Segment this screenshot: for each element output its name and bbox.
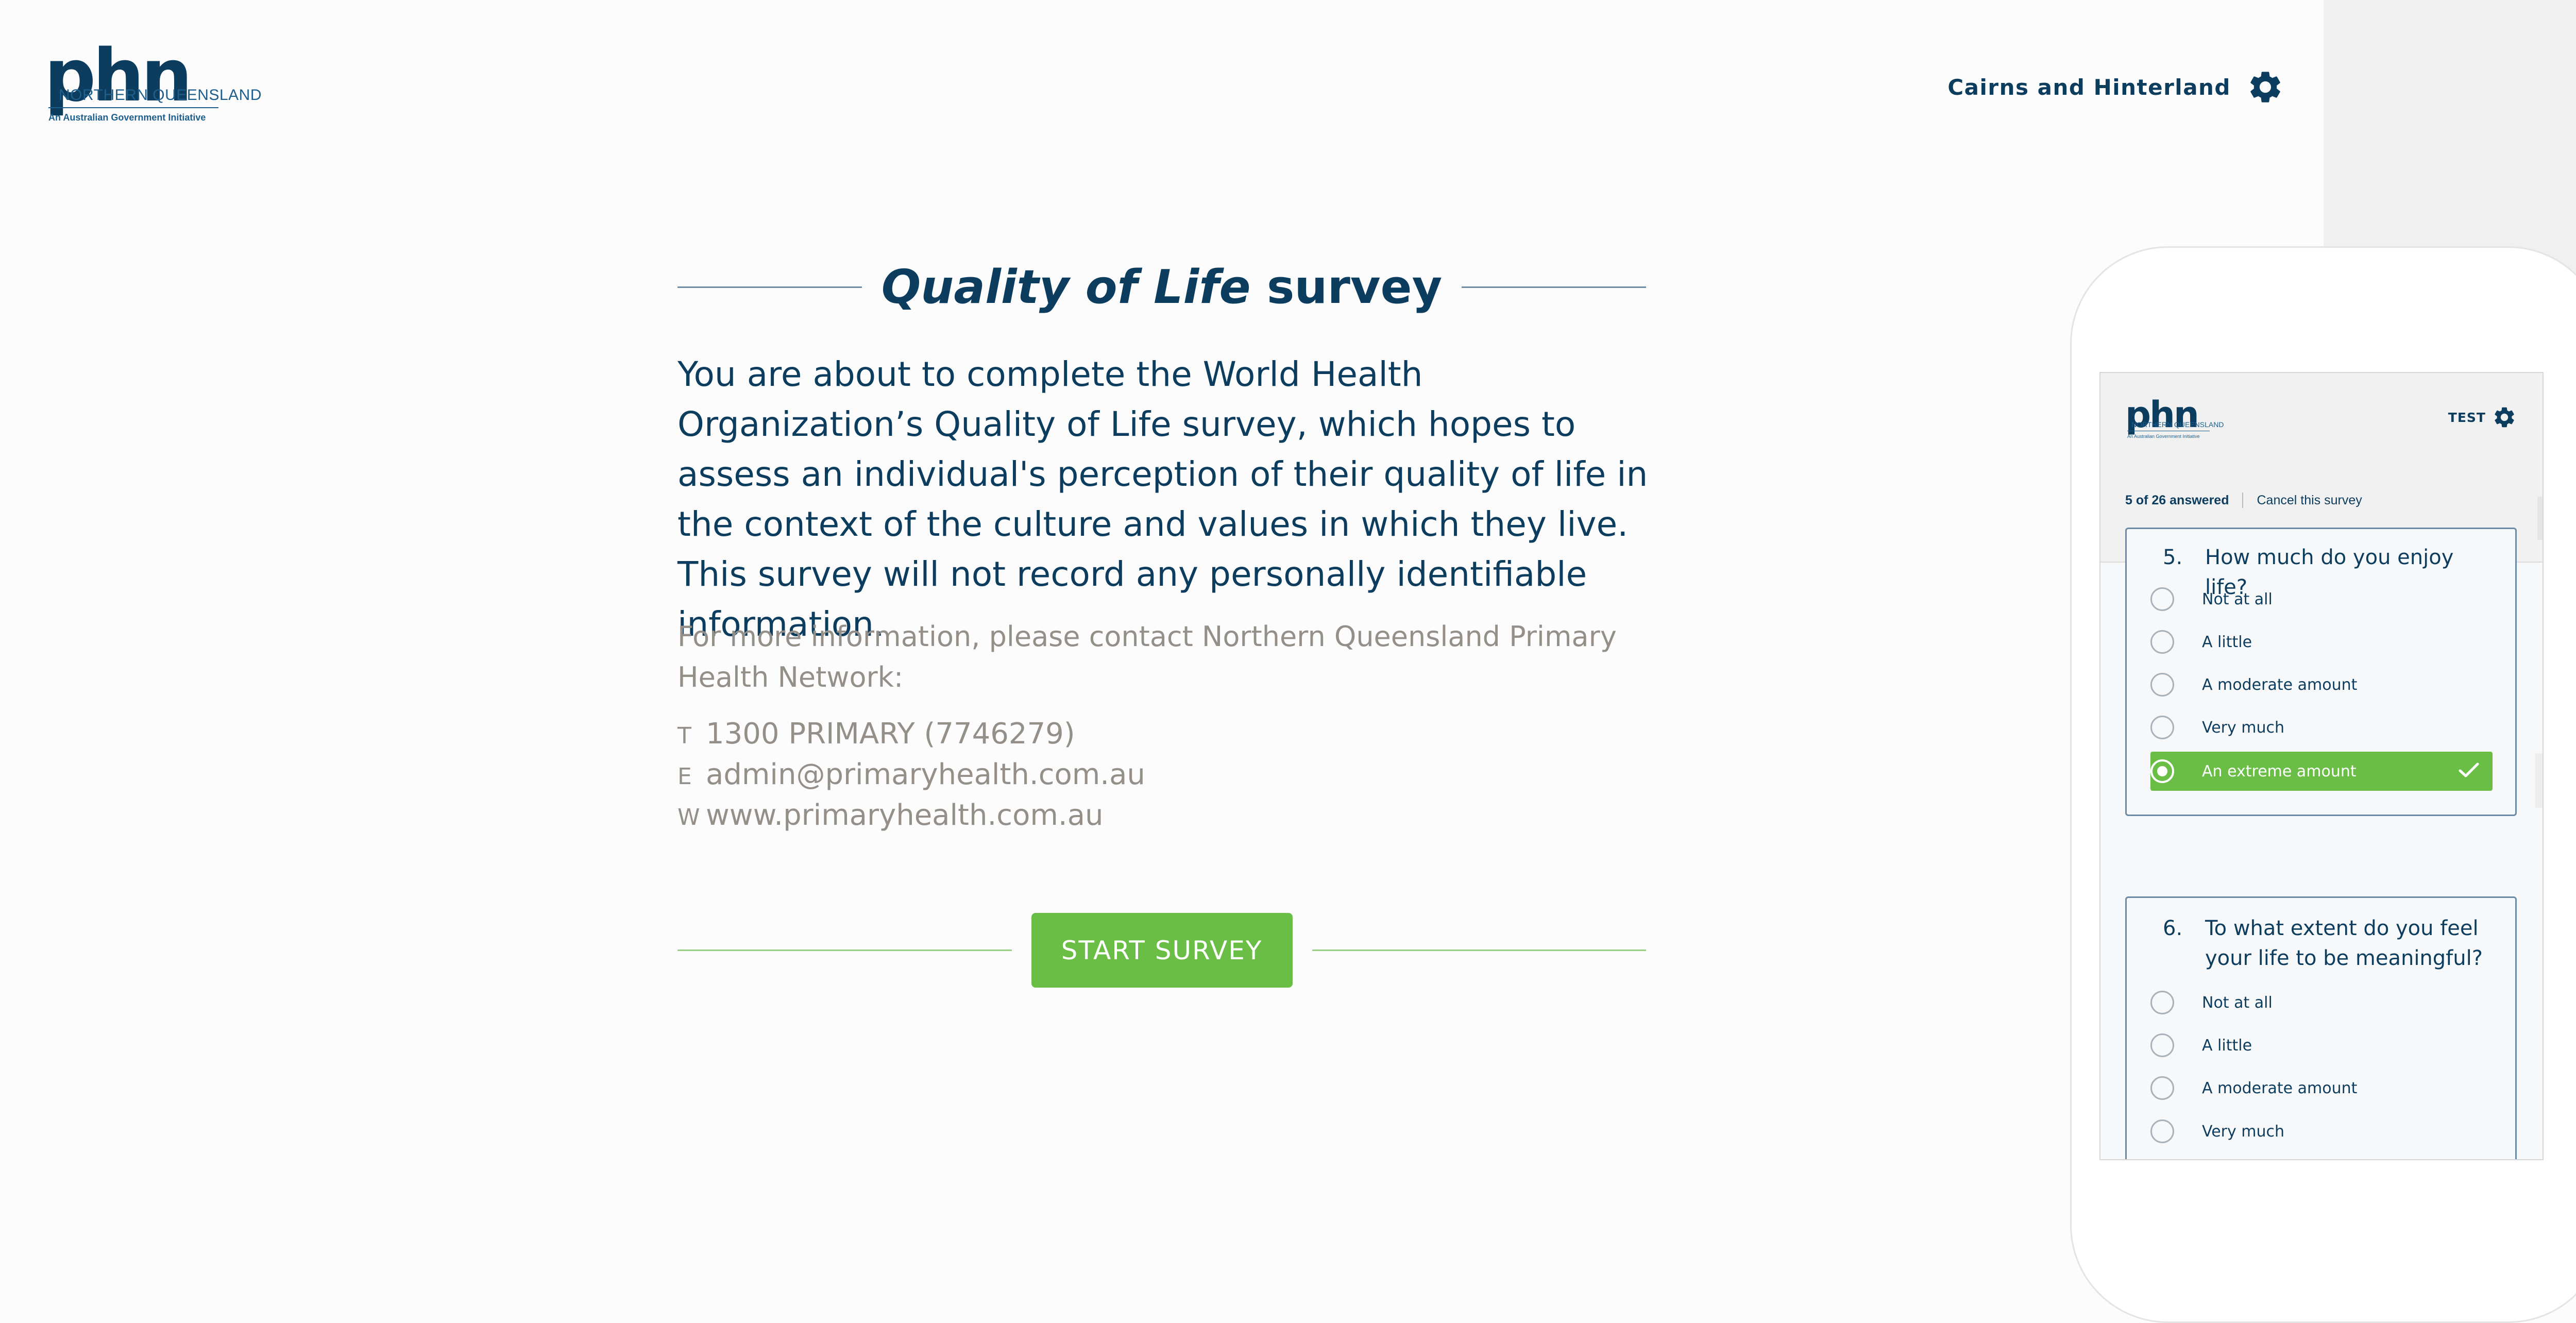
email-value[interactable]: admin@primaryhealth.com.au [706, 758, 1145, 791]
contact-email[interactable]: E admin@primaryhealth.com.au [677, 758, 1145, 799]
question-card-6: 6. To what extent do you feel your life … [2125, 896, 2517, 1159]
mobile-phn-logo[interactable]: phn NORTHERN QUEENSLAND An Australian Go… [2125, 397, 2244, 459]
region-selector[interactable]: Cairns and Hinterland [1947, 68, 2284, 106]
q6-option-moderate[interactable]: A moderate amount [2150, 1068, 2493, 1108]
option-label: Very much [2202, 1122, 2285, 1141]
radio-button-checked[interactable] [2150, 759, 2174, 783]
progress-status: 5 of 26 answered Cancel this survey [2125, 493, 2362, 508]
logo-divider [48, 107, 218, 108]
radio-button[interactable] [2150, 991, 2174, 1014]
radio-button[interactable] [2150, 1120, 2174, 1143]
radio-button[interactable] [2150, 1033, 2174, 1057]
survey-title-row: Quality of Life survey [677, 255, 1647, 319]
title-rule-right [1462, 286, 1647, 288]
phone-key: T [677, 723, 691, 749]
phn-logo[interactable]: phn NORTHERN QUEENSLAND An Australian Go… [44, 40, 262, 128]
contact-website[interactable]: W www.primaryhealth.com.au [677, 799, 1145, 839]
q6-option-very-much[interactable]: Very much [2150, 1112, 2493, 1151]
q5-option-very-much[interactable]: Very much [2150, 708, 2493, 747]
q6-option-not-at-all[interactable]: Not at all [2150, 983, 2493, 1022]
mobile-side-scroll-handle[interactable] [2535, 753, 2543, 808]
logo-subtitle: NORTHERN QUEENSLAND [59, 87, 262, 104]
radio-button[interactable] [2150, 716, 2174, 739]
title-rest: survey [1250, 260, 1443, 314]
phone-value[interactable]: 1300 PRIMARY (7746279) [706, 717, 1075, 751]
mobile-header: phn NORTHERN QUEENSLAND An Australian Go… [2100, 373, 2543, 470]
mobile-region-name: TEST [2448, 410, 2486, 425]
q5-option-a-little[interactable]: A little [2150, 622, 2493, 662]
option-label: Very much [2202, 718, 2285, 737]
more-info-text: For more information, please contact Nor… [677, 620, 1617, 693]
cta-rule-right [1312, 949, 1646, 951]
title-italic: Quality of Life [881, 260, 1251, 314]
radio-button[interactable] [2150, 1076, 2174, 1100]
title-rule-left [677, 286, 862, 288]
q5-option-extreme-selected[interactable]: An extreme amount [2150, 752, 2493, 791]
q6-option-a-little[interactable]: A little [2150, 1026, 2493, 1065]
phone-screen: phn NORTHERN QUEENSLAND An Australian Go… [2099, 372, 2544, 1160]
gear-icon[interactable] [2246, 68, 2284, 106]
question-6-title: 6. To what extent do you feel your life … [2163, 913, 2495, 973]
option-label: Not at all [2202, 993, 2273, 1012]
q5-option-not-at-all[interactable]: Not at all [2150, 580, 2493, 619]
question-card-5: 5. How much do you enjoy life? Not at al… [2125, 528, 2517, 816]
website-key: W [677, 804, 700, 830]
answered-count: 5 of 26 answered [2125, 493, 2229, 507]
option-label: A little [2202, 1036, 2252, 1055]
region-name: Cairns and Hinterland [1947, 74, 2231, 100]
option-label: A moderate amount [2202, 1079, 2358, 1097]
progress-separator [2242, 493, 2244, 508]
contact-phone[interactable]: T 1300 PRIMARY (7746279) [677, 717, 1145, 758]
question-6-text: To what extent do you feel your life to … [2205, 917, 2483, 970]
start-survey-row: START SURVEY [677, 913, 1646, 988]
contact-list: T 1300 PRIMARY (7746279) E admin@primary… [677, 717, 1145, 839]
question-6-number: 6. [2163, 917, 2183, 940]
radio-button[interactable] [2150, 630, 2174, 654]
email-key: E [677, 764, 692, 790]
intro-paragraph: You are about to complete the World Heal… [677, 354, 1648, 644]
mobile-region-selector[interactable]: TEST [2448, 405, 2517, 430]
mobile-logo-subtitle: NORTHERN QUEENSLAND [2131, 420, 2224, 429]
option-label: Not at all [2202, 590, 2273, 608]
checkmark-icon [2459, 762, 2479, 777]
page-title: Quality of Life survey [862, 260, 1462, 314]
cta-rule-left [677, 949, 1012, 951]
cancel-survey-link[interactable]: Cancel this survey [2257, 493, 2362, 508]
q5-option-moderate[interactable]: A moderate amount [2150, 665, 2493, 704]
option-label: A moderate amount [2202, 675, 2358, 694]
option-label: An extreme amount [2202, 762, 2357, 781]
mobile-scrollbar-thumb[interactable] [2537, 497, 2543, 540]
gear-icon[interactable] [2492, 405, 2517, 430]
radio-button[interactable] [2150, 673, 2174, 697]
start-survey-button[interactable]: START SURVEY [1031, 913, 1293, 988]
logo-tagline: An Australian Government Initiative [48, 112, 206, 123]
mobile-logo-tagline: An Australian Government Initiative [2127, 434, 2200, 439]
website-value[interactable]: www.primaryhealth.com.au [706, 799, 1104, 832]
question-5-number: 5. [2163, 546, 2183, 569]
option-label: A little [2202, 633, 2252, 651]
radio-button[interactable] [2150, 587, 2174, 611]
